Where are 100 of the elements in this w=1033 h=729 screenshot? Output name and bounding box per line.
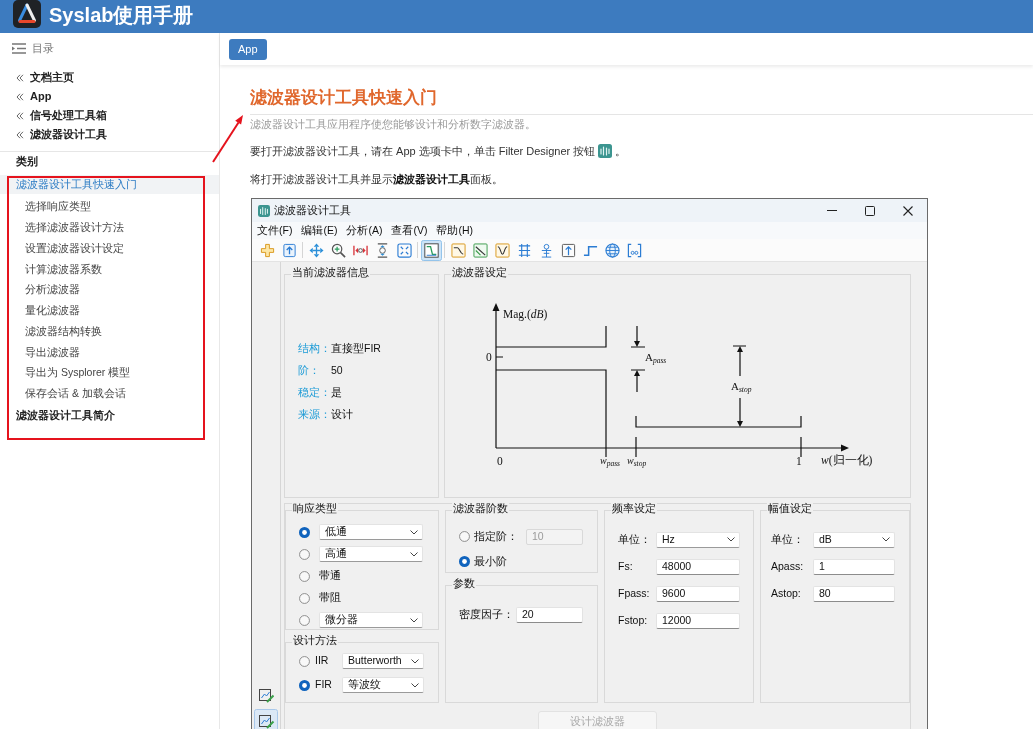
field-label: Apass: <box>771 558 805 574</box>
nav-subitem[interactable]: 设置滤波器设计设定 <box>25 238 124 259</box>
dropdown[interactable]: Hz <box>656 531 740 548</box>
instruction-text: 将打开滤波器设计工具并显示滤波器设计工具面板。 <box>250 172 503 187</box>
chevron-down-icon <box>410 551 418 557</box>
chevron-down-icon <box>410 529 418 535</box>
response-plot-icon[interactable] <box>420 239 442 261</box>
info-label: 阶： <box>298 363 321 379</box>
dropdown[interactable]: Butterworth <box>342 653 424 669</box>
bracket-icon[interactable] <box>626 242 642 258</box>
group-title: 当前滤波器信息 <box>291 265 370 279</box>
lowpass-plot-icon[interactable] <box>450 242 466 258</box>
info-label: 稳定： <box>298 385 331 401</box>
menu-item[interactable]: 文件(F) <box>257 222 293 239</box>
axis-label: w(归一化) <box>821 453 873 467</box>
maximize-icon[interactable] <box>865 205 875 216</box>
nav-subitem[interactable]: 滤波器结构转换 <box>25 321 102 343</box>
lattice-icon[interactable] <box>516 242 532 258</box>
tick-label: w$_{stop}$ <box>627 454 647 468</box>
radio-button[interactable] <box>458 531 470 542</box>
nav-subitem[interactable]: 保存会话 & 加载会话 <box>25 383 126 405</box>
text-field[interactable]: 9600 <box>656 585 740 602</box>
tick-label: 0 <box>486 350 492 364</box>
instruction-text: 。 <box>615 143 627 159</box>
nav-subitem[interactable]: 量化滤波器 <box>25 300 80 322</box>
chevron-down-icon <box>411 682 419 688</box>
field-label: 密度因子： <box>459 607 512 623</box>
text-field[interactable]: 20 <box>516 607 583 623</box>
pencil-chart-icon[interactable] <box>258 687 274 703</box>
nav-item[interactable]: 滤波器设计工具简介 <box>16 406 115 426</box>
radio-button[interactable] <box>299 570 310 582</box>
bandstop-plot-icon[interactable] <box>494 242 510 258</box>
breadcrumb-link[interactable]: 滤波器设计工具 <box>30 126 107 143</box>
nav-subitem[interactable]: 分析滤波器 <box>25 279 80 301</box>
radio-button[interactable] <box>299 614 310 626</box>
zoom-in-icon[interactable] <box>330 242 346 258</box>
dimension-label: A$_{pass}$ <box>645 350 667 364</box>
option-label: 带阻 <box>319 590 341 606</box>
breadcrumb-link[interactable]: 信号处理工具箱 <box>30 107 107 124</box>
breadcrumb-link[interactable]: App <box>30 88 52 105</box>
double-chevron-left-icon <box>16 111 24 120</box>
group-title: 滤波器阶数 <box>452 501 509 515</box>
group-title: 响应类型 <box>292 501 338 515</box>
breadcrumb-link[interactable]: 文档主页 <box>30 69 74 86</box>
fit-view-icon[interactable] <box>396 242 412 258</box>
group-title: 滤波器设定 <box>451 265 508 279</box>
chevron-down-icon <box>882 537 890 542</box>
radio-button[interactable] <box>299 526 310 538</box>
list-icon <box>12 42 26 54</box>
app-button[interactable]: App <box>229 38 267 60</box>
group-title: 幅值设定 <box>767 501 813 515</box>
dropdown[interactable]: 等波纹 <box>342 677 424 693</box>
group-title: 设计方法 <box>292 633 338 647</box>
radio-button[interactable] <box>299 655 310 667</box>
page-title: 滤波器设计工具快速入门 <box>250 87 437 109</box>
field-label: Fstop: <box>618 612 649 628</box>
menu-item[interactable]: 帮助(H) <box>436 222 473 239</box>
nav-subitem[interactable]: 导出滤波器 <box>25 342 80 363</box>
radio-button[interactable] <box>299 592 310 604</box>
menu-item[interactable]: 查看(V) <box>391 222 428 239</box>
radio-button[interactable] <box>299 548 310 560</box>
option-label: 带通 <box>319 568 341 584</box>
nav-subitem[interactable]: 计算滤波器系数 <box>25 259 102 280</box>
globe-icon[interactable] <box>604 242 620 258</box>
move-icon[interactable] <box>308 242 324 258</box>
menu-item[interactable]: 分析(A) <box>346 222 383 239</box>
text-field[interactable]: 1 <box>813 558 895 575</box>
menu-item[interactable]: 编辑(E) <box>301 222 338 239</box>
app-icon <box>598 144 613 158</box>
axis-label: Mag.(dB) <box>503 307 548 321</box>
dropdown[interactable]: dB <box>813 531 895 548</box>
info-value: 设计 <box>331 407 353 423</box>
text-field[interactable]: 12000 <box>656 612 740 629</box>
double-chevron-left-icon <box>16 130 24 139</box>
upload-icon[interactable] <box>281 242 297 258</box>
slope-plot-icon[interactable] <box>472 242 488 258</box>
logo-icon <box>13 0 41 28</box>
plus-icon[interactable] <box>259 242 275 258</box>
group-title: 参数 <box>452 576 476 590</box>
close-icon[interactable] <box>903 205 913 216</box>
double-chevron-left-icon <box>16 73 24 82</box>
option-label: 指定阶： <box>474 528 519 544</box>
window-title: 滤波器设计工具 <box>274 202 351 218</box>
dropdown[interactable]: 微分器 <box>319 612 423 628</box>
dropdown[interactable]: 高通 <box>319 546 423 562</box>
chevron-down-icon <box>727 537 735 542</box>
nav-subitem[interactable]: 导出为 Sysplorer 模型 <box>25 362 131 384</box>
nav-subitem[interactable]: 选择响应类型 <box>25 196 91 218</box>
info-value: 50 <box>331 363 343 379</box>
up-arrow-box-icon[interactable] <box>560 242 576 258</box>
site-title: Syslab使用手册 <box>49 3 194 28</box>
text-field[interactable]: 48000 <box>656 558 740 575</box>
pencil-chart-icon[interactable] <box>254 709 278 729</box>
nav-subitem[interactable]: 选择滤波器设计方法 <box>25 217 124 239</box>
text-field[interactable]: 80 <box>813 585 895 602</box>
radio-button[interactable] <box>458 556 470 567</box>
instruction-text: 要打开滤波器设计工具，请在 App 选项卡中，单击 Filter Designer 按钮 <box>250 143 596 159</box>
dropdown[interactable]: 低通 <box>319 524 423 540</box>
radio-button[interactable] <box>299 679 310 691</box>
field-label: Fs: <box>618 558 634 574</box>
